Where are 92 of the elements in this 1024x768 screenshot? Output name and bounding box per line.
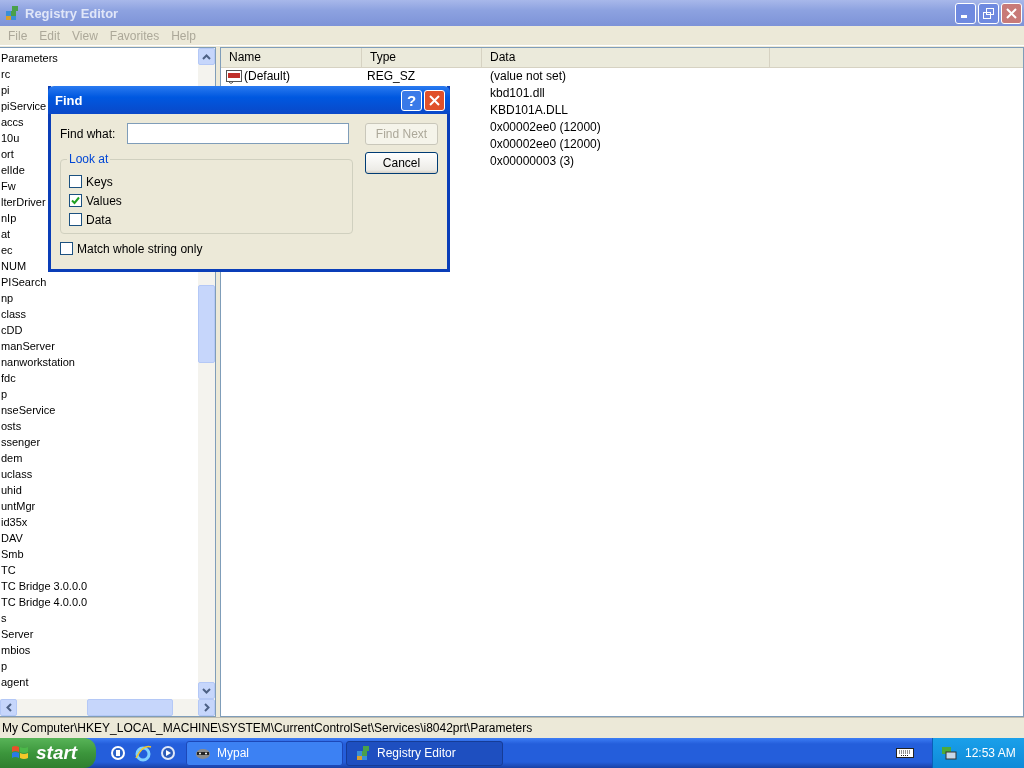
help-button[interactable]: ? [401,89,422,111]
tree-item[interactable]: NUM [1,260,27,272]
tree-item[interactable]: PISearch [1,276,47,288]
tree-item[interactable]: nseService [1,404,56,416]
restore-icon [983,7,994,19]
tree-item[interactable]: nanworkstation [1,356,75,368]
tree-item[interactable]: Smb [1,548,24,560]
tree-item[interactable]: TC [1,564,16,576]
minimize-button[interactable] [955,2,976,24]
scroll-left-button[interactable] [0,699,17,716]
tree-item[interactable]: id35x [1,516,28,528]
tree-item[interactable]: s [1,612,7,624]
tree-item[interactable]: agent [1,676,29,688]
tree-item[interactable]: class [1,308,27,320]
tree-item[interactable]: TC Bridge 3.0.0.0 [1,580,88,592]
checkbox[interactable] [69,213,82,226]
tree-item[interactable]: elIde [1,164,25,176]
tree-item[interactable]: Server [1,628,34,640]
tree-item[interactable]: ec [1,244,13,256]
taskbar-button[interactable]: Registry Editor [346,740,503,766]
value-data: kbd101.dll [490,85,545,102]
checkbox[interactable] [69,194,82,207]
taskbar-button[interactable]: Mypal [186,740,343,766]
value-data: 0x00000003 (3) [490,153,575,170]
tree-item[interactable]: TC Bridge 4.0.0.0 [1,596,88,608]
tree-item[interactable]: ort [1,148,14,160]
scroll-up-button[interactable] [198,48,215,65]
scroll-down-button[interactable] [198,682,215,699]
checkbox-label[interactable]: Data [86,212,112,227]
checkbox[interactable] [69,175,82,188]
media-player-icon[interactable] [160,745,176,761]
value-name[interactable]: (Default) [244,68,290,85]
tree-item[interactable]: Parameters [1,52,58,64]
close-icon [1006,7,1017,19]
app-launch-icon[interactable] [110,745,126,761]
close-icon [429,94,440,106]
column-header[interactable]: Name [221,48,362,67]
tree-item[interactable]: fdc [1,372,16,384]
dialog-title: Find [55,92,84,108]
dialog-button[interactable]: Cancel [365,152,438,174]
tree-item[interactable]: pi [1,84,10,96]
tree-item[interactable]: dem [1,452,23,464]
tree-item[interactable]: cDD [1,324,23,336]
string-value-icon [226,69,242,84]
minimize-icon [961,15,967,18]
tree-item[interactable]: 10u [1,132,20,144]
tree-item[interactable]: accs [1,116,24,128]
tree-item[interactable]: piService [1,100,47,112]
group-label: Look at [67,152,111,166]
column-header[interactable]: Data [482,48,770,67]
find-what-field[interactable] [127,123,349,144]
start-button[interactable]: start [0,738,96,768]
tree-item[interactable]: p [1,388,8,400]
close-button[interactable] [1001,2,1022,24]
value-type: REG_SZ [367,68,415,85]
registry-icon [4,5,20,21]
tree-item[interactable]: p [1,660,8,672]
scroll-right-button[interactable] [198,699,215,716]
checkbox-label[interactable]: Match whole string only [77,241,203,256]
tree-item[interactable]: osts [1,420,22,432]
window-title: Registry Editor [25,5,119,21]
registry-icon [355,745,371,761]
find-what-label: Find what: [60,126,117,141]
column-header[interactable]: Type [362,48,482,67]
keyboard-icon[interactable] [896,747,914,759]
tree-item[interactable]: Fw [1,180,16,192]
horizontal-scrollbar[interactable] [0,699,215,716]
checkbox-label[interactable]: Values [86,193,122,208]
tree-item[interactable]: lterDriver [1,196,46,208]
value-data: KBD101A.DLL [490,102,569,119]
tree-item[interactable]: uclass [1,468,33,480]
tree-item[interactable]: uhid [1,484,22,496]
restore-button[interactable] [978,2,999,24]
scroll-thumb[interactable] [87,699,173,716]
tree-item[interactable]: nIp [1,212,17,224]
close-button[interactable] [424,89,445,111]
tree-item[interactable]: mbios [1,644,31,656]
checkbox[interactable] [60,242,73,255]
tree-item[interactable]: np [1,292,14,304]
tree-item[interactable]: rc [1,68,11,80]
value-data: 0x00002ee0 (12000) [490,136,601,153]
tree-item[interactable]: at [1,228,11,240]
tree-item[interactable]: DAV [1,532,23,544]
checkbox-label[interactable]: Keys [86,174,113,189]
network-icon[interactable] [941,745,957,761]
scroll-thumb[interactable] [198,285,215,363]
tree-item[interactable]: manServer [1,340,55,352]
tree-item[interactable]: untMgr [1,500,36,512]
tree-item[interactable]: ssenger [1,436,41,448]
value-data: (value not set) [490,68,567,85]
value-data: 0x00002ee0 (12000) [490,119,601,136]
browser-icon[interactable] [134,744,152,762]
